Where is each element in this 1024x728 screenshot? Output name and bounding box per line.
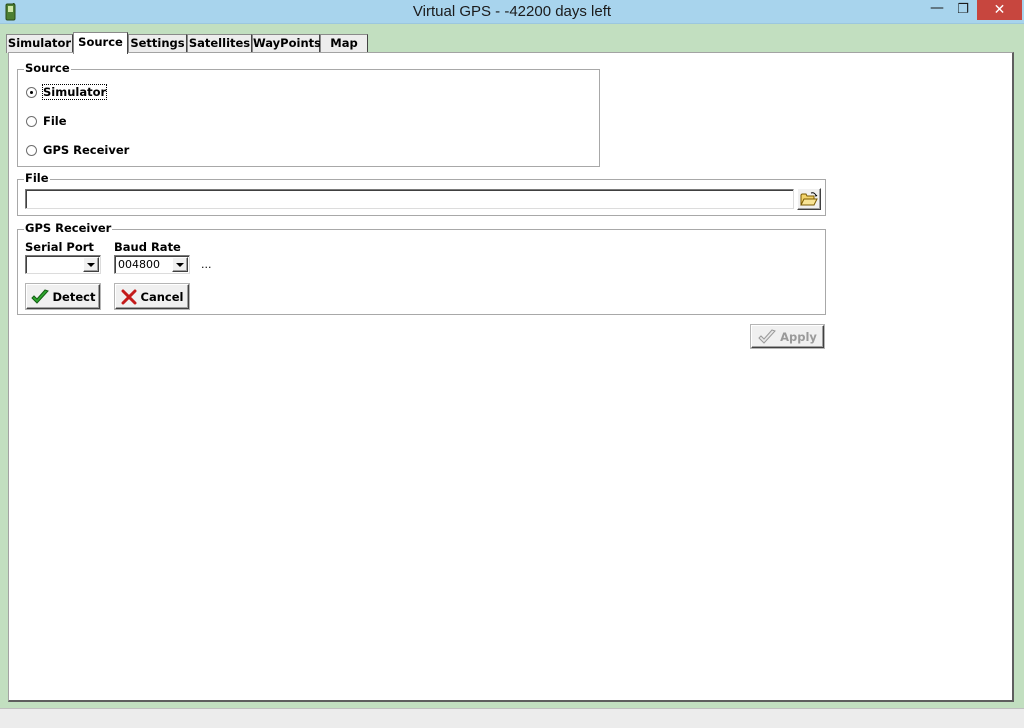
- file-group-title: File: [24, 171, 50, 185]
- red-x-icon: [121, 289, 137, 304]
- browse-file-button[interactable]: [797, 188, 821, 210]
- tab-source[interactable]: Source: [73, 32, 128, 54]
- baud-rate-select[interactable]: 004800: [114, 255, 190, 274]
- serial-port-dropdown-arrow[interactable]: [83, 257, 99, 272]
- radio-gps-receiver-label: GPS Receiver: [43, 143, 130, 157]
- source-group-title: Source: [24, 61, 71, 75]
- open-folder-icon: [800, 191, 818, 205]
- chevron-down-icon: [176, 262, 184, 267]
- tab-satellites[interactable]: Satellites: [187, 34, 252, 53]
- restore-button[interactable]: ❐: [950, 0, 976, 20]
- close-button[interactable]: ✕: [977, 0, 1022, 20]
- detect-button-label: Detect: [52, 289, 96, 304]
- radio-file-label: File: [43, 114, 67, 128]
- file-path-input[interactable]: [25, 189, 794, 209]
- apply-button[interactable]: Apply: [751, 325, 824, 348]
- baud-rate-value: 004800: [118, 258, 160, 271]
- serial-port-select[interactable]: [25, 255, 101, 274]
- title-bar: Virtual GPS - -42200 days left — ❐ ✕: [0, 0, 1024, 24]
- chevron-down-icon: [87, 262, 95, 267]
- radio-button[interactable]: [26, 144, 37, 156]
- radio-simulator[interactable]: Simulator: [26, 84, 108, 100]
- detect-button[interactable]: Detect: [26, 284, 100, 309]
- tab-simulator[interactable]: Simulator: [6, 34, 73, 53]
- window-title: Virtual GPS - -42200 days left: [412, 3, 612, 20]
- radio-simulator-label: Simulator: [41, 84, 108, 100]
- radio-button-checked[interactable]: [26, 86, 37, 98]
- minimize-button[interactable]: —: [924, 0, 950, 20]
- source-group: Source Simulator File GPS Receiver: [17, 61, 600, 167]
- tab-map[interactable]: Map: [320, 34, 368, 53]
- tab-waypoints[interactable]: WayPoints: [252, 34, 321, 53]
- cancel-button-label: Cancel: [140, 289, 184, 304]
- radio-gps-receiver[interactable]: GPS Receiver: [26, 142, 129, 158]
- checkmark-icon-disabled: [758, 328, 776, 344]
- source-tab-page: Source Simulator File GPS Receiver File: [8, 52, 1014, 702]
- checkmark-icon: [30, 288, 49, 304]
- baud-rate-dropdown-arrow[interactable]: [172, 257, 188, 272]
- gps-receiver-group: GPS Receiver Serial Port Baud Rate 00480…: [17, 221, 826, 315]
- baud-rate-label: Baud Rate: [114, 240, 181, 254]
- radio-button[interactable]: [26, 115, 37, 127]
- ellipsis-text: ...: [201, 258, 212, 271]
- serial-port-label: Serial Port: [25, 240, 94, 254]
- tab-settings[interactable]: Settings: [128, 34, 187, 53]
- cancel-button[interactable]: Cancel: [115, 284, 189, 309]
- radio-file[interactable]: File: [26, 113, 67, 129]
- gps-receiver-group-title: GPS Receiver: [24, 221, 113, 235]
- apply-button-label: Apply: [780, 329, 817, 344]
- file-group: File: [17, 171, 826, 216]
- status-bar: [0, 708, 1024, 728]
